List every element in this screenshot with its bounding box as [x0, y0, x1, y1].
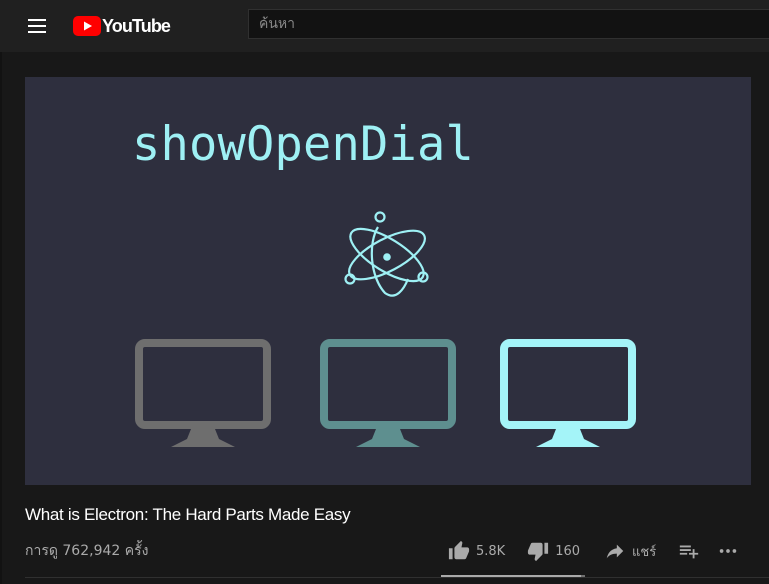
share-button[interactable]: แชร์	[604, 540, 656, 562]
share-label: แชร์	[632, 544, 657, 560]
youtube-logo[interactable]: YouTube	[73, 14, 171, 38]
like-button[interactable]: 5.8K	[448, 540, 505, 562]
monitor-icon	[135, 339, 271, 447]
add-to-playlist-button[interactable]	[678, 540, 700, 562]
left-edge-divider	[0, 52, 2, 584]
like-count: 5.8K	[476, 543, 506, 559]
share-arrow-icon	[606, 544, 624, 559]
search-input[interactable]	[248, 9, 769, 39]
youtube-logo-icon	[73, 16, 101, 36]
more-dots-icon	[719, 549, 737, 553]
top-bar: YouTube	[0, 0, 769, 52]
add-to-playlist-icon	[680, 545, 699, 559]
monitor-icon	[320, 339, 456, 447]
view-count: การดู 762,942 ครั้ง	[25, 543, 149, 559]
video-player[interactable]: showOpenDial	[25, 77, 751, 485]
video-frame-text: showOpenDial	[132, 117, 474, 172]
thumb-up-icon	[448, 540, 470, 560]
monitor-icon	[500, 339, 636, 447]
dislike-count: 160	[555, 543, 581, 559]
video-actions: 5.8K 160 แชร์	[448, 540, 739, 562]
video-title: What is Electron: The Hard Parts Made Ea…	[25, 505, 351, 524]
logo-text: YouTube	[102, 15, 171, 36]
more-options-button[interactable]	[717, 540, 739, 562]
dislike-button[interactable]: 160	[527, 540, 580, 562]
electron-atom-icon	[344, 211, 429, 297]
thumb-down-icon	[528, 542, 549, 562]
divider	[25, 577, 769, 578]
menu-icon[interactable]	[26, 16, 48, 36]
